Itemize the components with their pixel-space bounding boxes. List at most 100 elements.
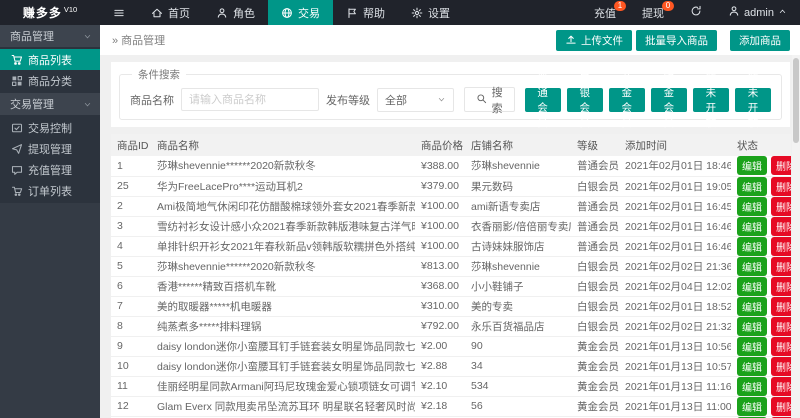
- product-id-cell: 11: [111, 376, 151, 396]
- table-row: 6香港******精致百搭机车靴¥368.00小小鞋铺子白银会员2021年02月…: [111, 276, 791, 296]
- product-name-cell: 纯蒸煮多*****排料理锅: [151, 316, 415, 336]
- edit-button[interactable]: 编辑: [737, 317, 767, 336]
- price-cell: ¥2.88: [415, 356, 465, 376]
- product-id-cell: 4: [111, 236, 151, 256]
- upload-file-button[interactable]: 上传文件: [556, 30, 632, 51]
- delete-button[interactable]: 删除: [771, 377, 791, 396]
- product-name-input[interactable]: [181, 88, 319, 111]
- edit-button[interactable]: 编辑: [737, 357, 767, 376]
- scrollbar-track[interactable]: [792, 55, 800, 418]
- recharge-link[interactable]: 充值1: [581, 0, 629, 25]
- nav-item-help[interactable]: 帮助: [333, 0, 398, 25]
- level-cell: 白银会员: [571, 316, 619, 336]
- delete-button[interactable]: 删除: [771, 177, 791, 196]
- edit-button[interactable]: 编辑: [737, 297, 767, 316]
- column-header: 商品价格: [415, 134, 465, 156]
- edit-button[interactable]: 编辑: [737, 217, 767, 236]
- store-name-cell: 美的专卖: [465, 296, 571, 316]
- add-product-button[interactable]: 添加商品: [730, 30, 790, 51]
- filter-button-3[interactable]: 铂金会员: [651, 88, 687, 112]
- level-cell: 白银会员: [571, 256, 619, 276]
- publish-level-select[interactable]: 全部: [377, 88, 454, 112]
- edit-button[interactable]: 编辑: [737, 156, 767, 175]
- edit-button[interactable]: 编辑: [737, 397, 767, 416]
- product-id-cell: 25: [111, 176, 151, 196]
- sidebar-item-cart[interactable]: 商品列表: [0, 49, 100, 70]
- time-cell: 2021年01月13日 11:16:09: [619, 376, 731, 396]
- search-button[interactable]: 搜 索: [464, 87, 515, 112]
- user-icon: [728, 5, 740, 20]
- nav-item-user[interactable]: 角色: [203, 0, 268, 25]
- status-cell: 编辑删除: [731, 336, 791, 356]
- sidebar-group-0[interactable]: 商品管理: [0, 25, 100, 47]
- delete-button[interactable]: 删除: [771, 237, 791, 256]
- filter-button-1[interactable]: 白银会员: [567, 88, 603, 112]
- filter-button-5[interactable]: 暂未开放: [735, 88, 771, 112]
- sidebar-item-control[interactable]: 交易控制: [0, 117, 100, 138]
- edit-button[interactable]: 编辑: [737, 277, 767, 296]
- edit-button[interactable]: 编辑: [737, 337, 767, 356]
- column-header: 等级: [571, 134, 619, 156]
- delete-button[interactable]: 删除: [771, 357, 791, 376]
- delete-button[interactable]: 删除: [771, 397, 791, 416]
- product-id-cell: 8: [111, 316, 151, 336]
- delete-button[interactable]: 删除: [771, 197, 791, 216]
- nav-item-settings[interactable]: 设置: [398, 0, 463, 25]
- nav-item-trade[interactable]: 交易: [268, 0, 333, 25]
- chevron-down-icon: [83, 32, 92, 41]
- delete-button[interactable]: 删除: [771, 277, 791, 296]
- delete-button[interactable]: 删除: [771, 317, 791, 336]
- edit-button[interactable]: 编辑: [737, 237, 767, 256]
- edit-button[interactable]: 编辑: [737, 197, 767, 216]
- sidebar-item-recharge[interactable]: 充值管理: [0, 159, 100, 180]
- edit-button[interactable]: 编辑: [737, 177, 767, 196]
- refresh-button[interactable]: [677, 0, 715, 25]
- delete-button[interactable]: 删除: [771, 337, 791, 356]
- sidebar-group-1[interactable]: 交易管理: [0, 93, 100, 115]
- notification-badge: 0: [662, 1, 674, 11]
- store-name-cell: 534: [465, 376, 571, 396]
- add-product-label: 添加商品: [739, 33, 781, 48]
- withdraw-link[interactable]: 提现0: [629, 0, 677, 25]
- filter-button-0[interactable]: 普通会员: [525, 88, 561, 112]
- publish-level-label: 发布等级: [326, 92, 370, 108]
- sidebar-item-category[interactable]: 商品分类: [0, 70, 100, 91]
- sidebar-item-label: 交易控制: [28, 120, 72, 136]
- order-icon: [11, 185, 23, 197]
- nav-item-home[interactable]: 首页: [138, 0, 203, 25]
- store-name-cell: ami新语专卖店: [465, 196, 571, 216]
- price-cell: ¥388.00: [415, 156, 465, 176]
- user-menu[interactable]: admin: [715, 0, 800, 25]
- scrollbar-thumb[interactable]: [793, 58, 799, 143]
- store-name-cell: 古诗妹妹服饰店: [465, 236, 571, 256]
- search-panel: 条件搜索 商品名称 发布等级 全部 搜 索 普通会员白银会员黄金会员铂金会员暂未…: [111, 62, 790, 127]
- toolbar: 上传文件 批量导入商品 添加商品: [556, 30, 790, 51]
- status-cell: 编辑删除: [731, 236, 791, 256]
- table-row: 11佳丽经明星同款Armani阿玛尼玫瑰金爱心锁项链女可调节EG3394221¥…: [111, 376, 791, 396]
- sidebar-item-order[interactable]: 订单列表: [0, 180, 100, 201]
- level-filter-buttons: 普通会员白银会员黄金会员铂金会员暂未开放暂未开放: [525, 88, 771, 112]
- edit-button[interactable]: 编辑: [737, 377, 767, 396]
- edit-button[interactable]: 编辑: [737, 257, 767, 276]
- filter-button-2[interactable]: 黄金会员: [609, 88, 645, 112]
- delete-button[interactable]: 删除: [771, 156, 791, 175]
- link-label: 提现: [642, 5, 664, 21]
- nav-item-label: 帮助: [363, 5, 385, 21]
- delete-button[interactable]: 删除: [771, 257, 791, 276]
- product-id-cell: 10: [111, 356, 151, 376]
- filter-button-4[interactable]: 暂未开放: [693, 88, 729, 112]
- nav-item-menu[interactable]: [100, 0, 138, 25]
- status-cell: 编辑删除: [731, 156, 791, 176]
- sidebar-item-withdraw[interactable]: 提现管理: [0, 138, 100, 159]
- time-cell: 2021年02月01日 16:46:10: [619, 216, 731, 236]
- delete-button[interactable]: 删除: [771, 297, 791, 316]
- delete-button[interactable]: 删除: [771, 217, 791, 236]
- product-table-card: 商品ID商品名称商品价格店铺名称等级添加时间状态 1莎琳shevennie***…: [111, 134, 790, 418]
- upload-icon: [565, 33, 577, 48]
- table-row: 1莎琳shevennie******2020新款秋冬¥388.00莎琳sheve…: [111, 156, 791, 176]
- product-id-cell: 2: [111, 196, 151, 216]
- column-header: 店铺名称: [465, 134, 571, 156]
- status-cell: 编辑删除: [731, 176, 791, 196]
- batch-import-button[interactable]: 批量导入商品: [636, 30, 717, 51]
- withdraw-icon: [11, 143, 23, 155]
